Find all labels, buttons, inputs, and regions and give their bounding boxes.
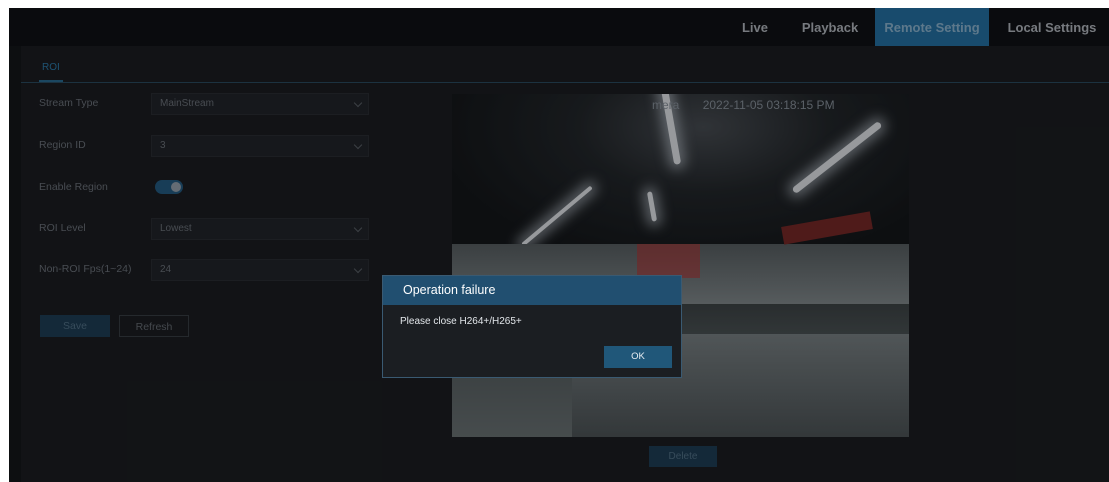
ok-button[interactable]: OK bbox=[604, 346, 672, 368]
dialog-title: Operation failure bbox=[383, 276, 681, 305]
operation-failure-dialog: Operation failure Please close H264+/H26… bbox=[382, 275, 682, 378]
dialog-message: Please close H264+/H265+ bbox=[400, 316, 522, 327]
modal-overlay bbox=[9, 8, 1109, 482]
app-window: Live Playback Remote Setting Local Setti… bbox=[9, 8, 1109, 482]
